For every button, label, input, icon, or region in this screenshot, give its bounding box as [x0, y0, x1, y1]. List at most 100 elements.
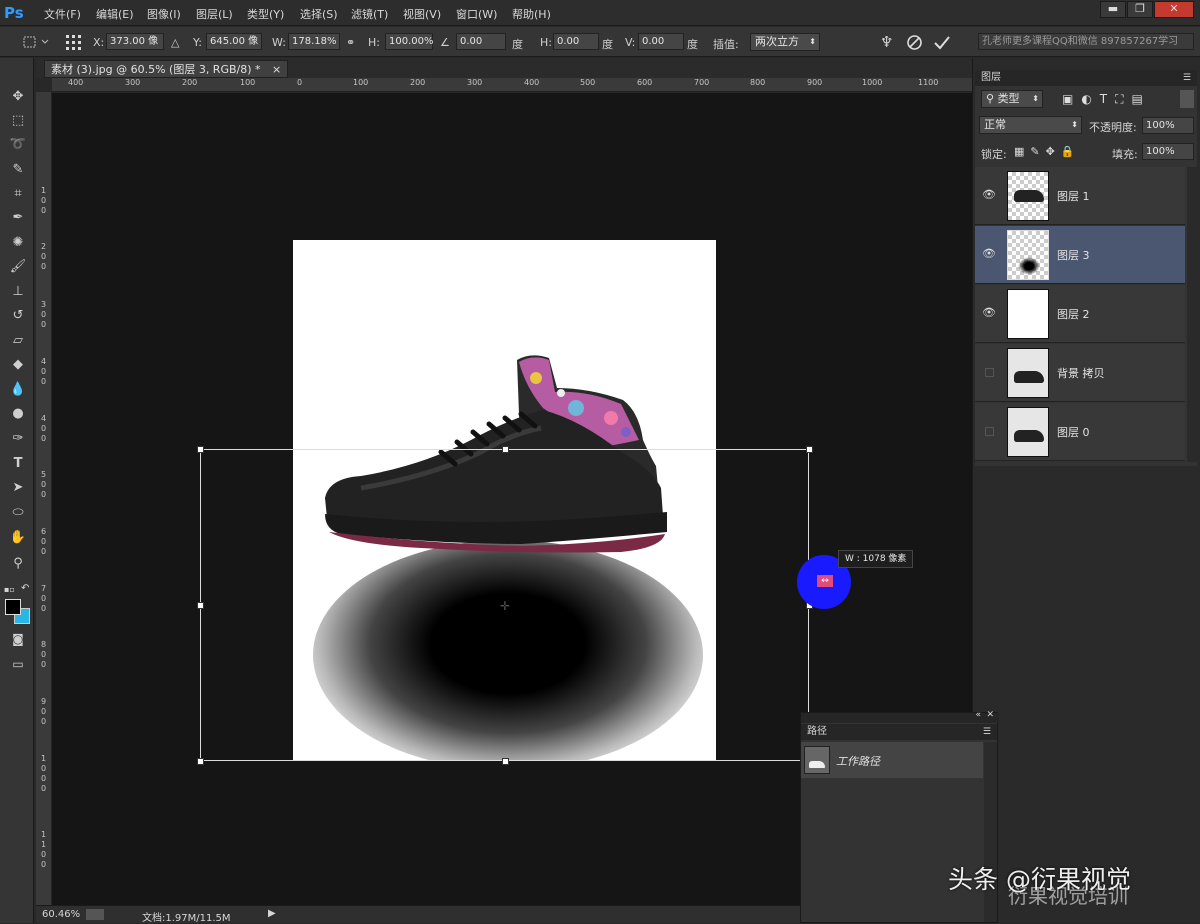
- visibility-toggle-off[interactable]: [985, 368, 994, 377]
- layer-row[interactable]: 背景 拷贝: [975, 344, 1185, 402]
- stamp-tool-icon[interactable]: ⊥: [9, 283, 27, 301]
- path-selection-tool-icon[interactable]: ➤: [9, 479, 27, 497]
- layer-name[interactable]: 图层 3: [1057, 247, 1090, 263]
- delta-icon[interactable]: △: [171, 36, 179, 49]
- blend-mode-select[interactable]: 正常 ⬍: [979, 116, 1082, 134]
- ruler-label: 100: [240, 78, 256, 87]
- close-panel-icon[interactable]: ✕: [986, 710, 994, 720]
- visibility-eye-icon[interactable]: 👁: [981, 187, 997, 203]
- menu-help[interactable]: 帮助(H): [512, 6, 551, 22]
- lock-icons[interactable]: ▦✎✥🔒: [1014, 145, 1081, 158]
- fill-field[interactable]: 100%: [1142, 143, 1194, 160]
- default-colors-icon[interactable]: ▪▫: [4, 585, 15, 594]
- screen-mode-icon[interactable]: ▭: [9, 655, 27, 673]
- layer-filter-icons[interactable]: ▣◐T⛶▤: [1062, 92, 1151, 107]
- hskew-unit: 度: [602, 38, 613, 51]
- document-tab[interactable]: 素材 (3).jpg @ 60.5% (图层 3, RGB/8) * ×: [44, 60, 289, 78]
- layer-filter-select[interactable]: ⚲ 类型 ⬍: [981, 90, 1043, 108]
- warp-icon[interactable]: ♆: [880, 33, 893, 51]
- width-field[interactable]: 178.18%: [288, 33, 340, 50]
- restore-button[interactable]: ❐: [1127, 1, 1153, 18]
- zoom-tool-icon[interactable]: ⚲: [9, 555, 27, 573]
- type-tool-icon[interactable]: T: [9, 455, 27, 473]
- paths-panel-header[interactable]: 路径 ☰: [801, 724, 997, 740]
- quick-mask-icon[interactable]: ◙: [9, 630, 27, 648]
- eyedropper-tool-icon[interactable]: ✒: [9, 209, 27, 227]
- dodge-tool-icon[interactable]: ●: [9, 405, 27, 423]
- interpolation-select[interactable]: 两次立方 ⬍: [750, 33, 820, 51]
- layers-panel-header[interactable]: 图层 ☰: [975, 70, 1197, 86]
- x-field[interactable]: 373.00 像: [106, 33, 164, 50]
- layer-row[interactable]: 图层 0: [975, 403, 1185, 461]
- panel-menu-icon[interactable]: ☰: [983, 724, 991, 740]
- marquee-tool-icon[interactable]: ⬚: [9, 112, 27, 130]
- ruler-label: 800: [750, 78, 766, 87]
- pen-tool-icon[interactable]: ✑: [9, 430, 27, 448]
- menu-view[interactable]: 视图(V): [403, 6, 441, 22]
- layer-name[interactable]: 图层 2: [1057, 306, 1090, 322]
- transform-handle-top-right[interactable]: [806, 446, 813, 453]
- visibility-eye-icon[interactable]: 👁: [981, 305, 997, 321]
- filter-toggle[interactable]: [1180, 90, 1194, 108]
- opacity-field[interactable]: 100%: [1142, 117, 1194, 134]
- layer-name[interactable]: 背景 拷贝: [1057, 365, 1105, 381]
- ruler-label: 1 0 0 0: [41, 754, 47, 793]
- transform-handle-bottom-left[interactable]: [197, 758, 204, 765]
- visibility-eye-icon[interactable]: 👁: [981, 246, 997, 262]
- close-tab-icon[interactable]: ×: [272, 63, 281, 76]
- reference-point-icon[interactable]: [64, 33, 82, 51]
- status-menu-arrow-icon[interactable]: ▶: [268, 908, 276, 919]
- menu-select[interactable]: 选择(S): [300, 6, 338, 22]
- hand-tool-icon[interactable]: ✋: [9, 529, 27, 547]
- transform-center-icon[interactable]: ✛: [500, 599, 510, 613]
- brush-tool-icon[interactable]: 🖌: [9, 258, 27, 276]
- transform-tool-icon[interactable]: [22, 34, 52, 50]
- crop-tool-icon[interactable]: ⌗: [9, 185, 27, 203]
- visibility-toggle-off[interactable]: [985, 427, 994, 436]
- transform-handle-top-left[interactable]: [197, 446, 204, 453]
- minimize-button[interactable]: ▬: [1100, 1, 1126, 18]
- layers-scrollbar[interactable]: [1187, 167, 1197, 462]
- panel-menu-icon[interactable]: ☰: [1183, 70, 1191, 86]
- close-button[interactable]: ✕: [1154, 1, 1194, 18]
- hskew-field[interactable]: 0.00: [553, 33, 599, 50]
- height-field[interactable]: 100.00%: [385, 33, 434, 50]
- share-icon[interactable]: [86, 909, 104, 920]
- layer-row[interactable]: 👁 图层 2: [975, 285, 1185, 343]
- move-tool-icon[interactable]: ✥: [9, 88, 27, 106]
- zoom-level[interactable]: 60.46%: [42, 909, 80, 920]
- menu-filter[interactable]: 滤镜(T): [351, 6, 388, 22]
- layer-name[interactable]: 图层 0: [1057, 424, 1090, 440]
- commit-transform-icon[interactable]: [933, 34, 950, 51]
- lasso-tool-icon[interactable]: ➰: [9, 136, 27, 154]
- y-field[interactable]: 645.00 像: [206, 33, 262, 50]
- cancel-transform-icon[interactable]: [906, 34, 923, 51]
- swap-colors-icon[interactable]: ↶: [21, 583, 29, 594]
- foreground-color-swatch[interactable]: [5, 599, 21, 615]
- path-item[interactable]: 工作路径: [801, 742, 983, 778]
- vskew-field[interactable]: 0.00: [638, 33, 684, 50]
- healing-brush-tool-icon[interactable]: ✺: [9, 234, 27, 252]
- ellipse-tool-icon[interactable]: ⬭: [9, 504, 27, 522]
- transform-handle-bottom[interactable]: [502, 758, 509, 765]
- blur-tool-icon[interactable]: 💧: [9, 381, 27, 399]
- layer-name[interactable]: 图层 1: [1057, 188, 1090, 204]
- menu-type[interactable]: 类型(Y): [247, 6, 284, 22]
- panel-drag-strip[interactable]: « ✕: [801, 710, 999, 723]
- menu-edit[interactable]: 编辑(E): [96, 6, 134, 22]
- layer-row-selected[interactable]: 👁 图层 3: [975, 226, 1185, 284]
- menu-window[interactable]: 窗口(W): [456, 6, 497, 22]
- transform-handle-left[interactable]: [197, 602, 204, 609]
- eraser-tool-icon[interactable]: ▱: [9, 332, 27, 350]
- paint-bucket-tool-icon[interactable]: ◆: [9, 356, 27, 374]
- angle-field[interactable]: 0.00: [456, 33, 506, 50]
- menu-image[interactable]: 图像(I): [147, 6, 181, 22]
- transform-handle-top[interactable]: [502, 446, 509, 453]
- link-icon[interactable]: ⚭: [346, 36, 355, 49]
- history-brush-tool-icon[interactable]: ↺: [9, 307, 27, 325]
- quick-select-tool-icon[interactable]: ✎: [9, 161, 27, 179]
- collapse-panel-icon[interactable]: «: [975, 710, 981, 720]
- menu-file[interactable]: 文件(F): [44, 6, 81, 22]
- menu-layer[interactable]: 图层(L): [196, 6, 233, 22]
- layer-row[interactable]: 👁 图层 1: [975, 167, 1185, 225]
